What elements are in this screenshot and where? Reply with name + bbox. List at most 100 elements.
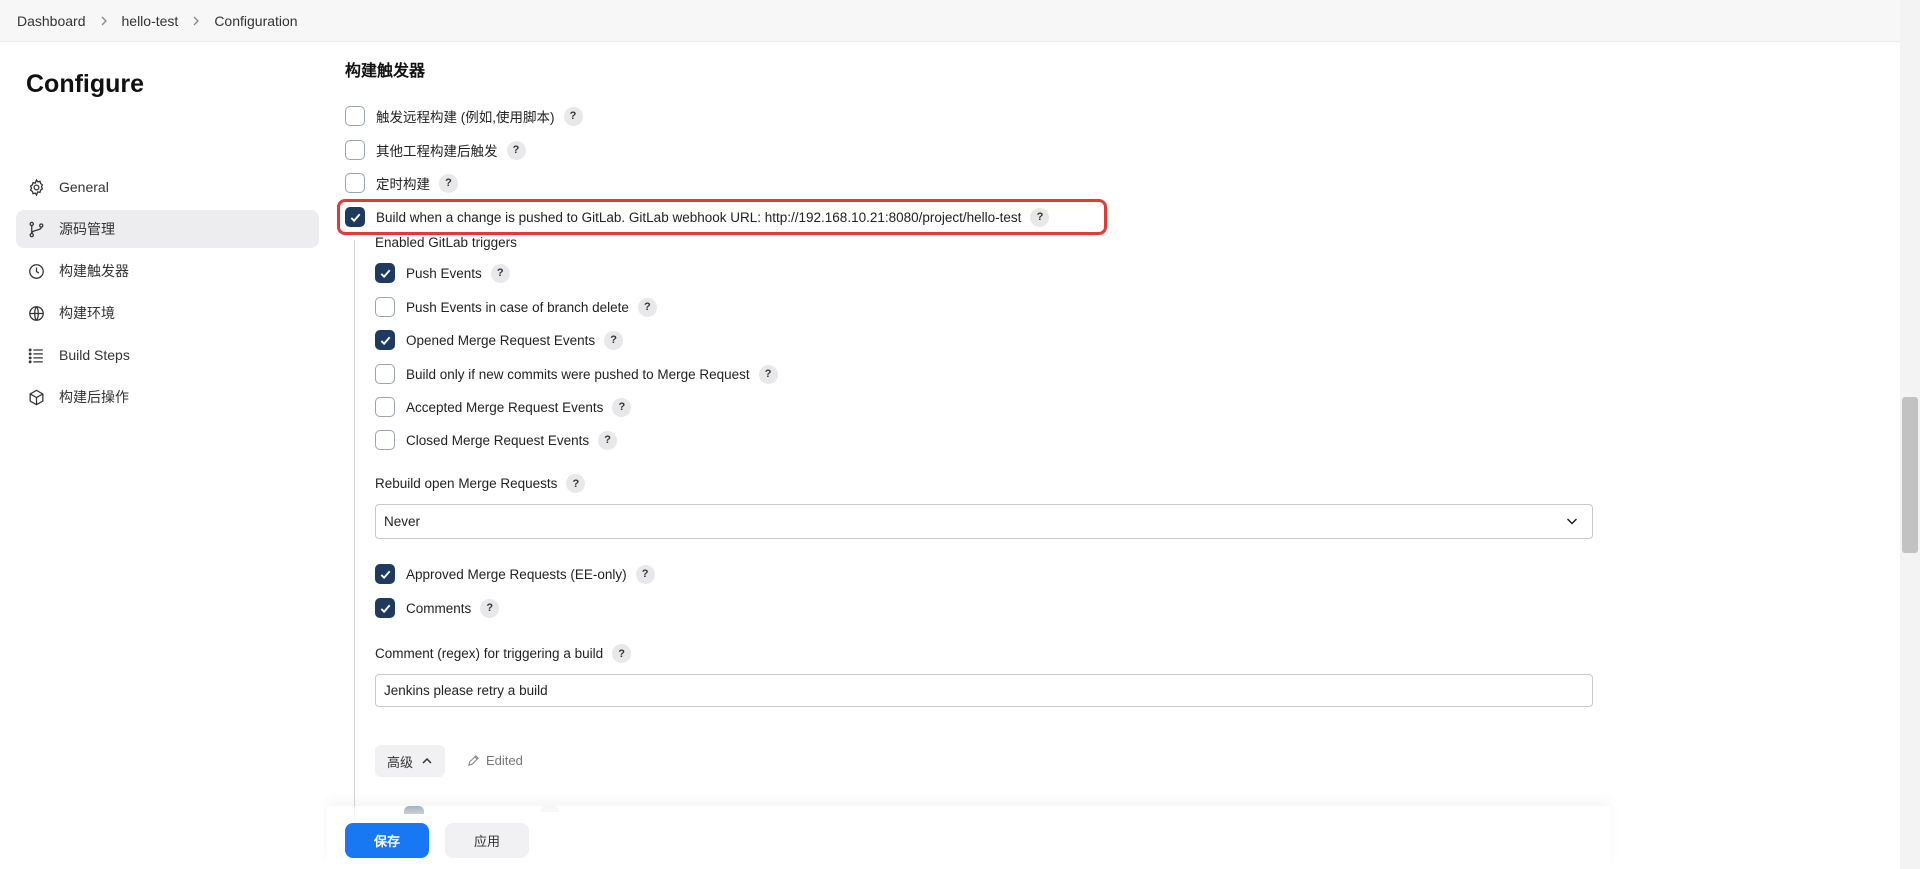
trigger-label: Closed Merge Request Events [406, 432, 590, 448]
checkbox-checked[interactable] [375, 263, 395, 283]
trigger-remote: 触发远程构建 (例如,使用脚本) ? [345, 105, 583, 127]
help-icon[interactable]: ? [1030, 207, 1050, 227]
gitlab-trigger-accepted-mr: Accepted Merge Request Events ? [375, 396, 632, 418]
help-icon[interactable]: ? [563, 106, 583, 126]
sidebar-item-general[interactable]: General [16, 168, 319, 206]
clock-icon [26, 261, 46, 281]
check-icon [380, 336, 390, 345]
trigger-label: Push Events in case of branch delete [406, 299, 629, 315]
trigger-label: 定时构建 [376, 177, 430, 192]
sidebar-item-label: 构建触发器 [59, 263, 129, 279]
edited-label: Edited [486, 753, 523, 768]
rebuild-label-row: Rebuild open Merge Requests ? [375, 474, 586, 493]
check-icon [380, 570, 390, 579]
help-icon[interactable]: ? [480, 598, 500, 618]
edited-indicator: Edited [467, 753, 523, 768]
trigger-label: Build only if new commits were pushed to… [406, 366, 750, 382]
help-icon[interactable]: ? [612, 644, 632, 663]
sidebar-item-build-environment[interactable]: 构建环境 [16, 294, 319, 332]
sidebar-item-build-steps[interactable]: Build Steps [16, 336, 319, 374]
cube-icon [26, 387, 46, 407]
sidebar-item-label: 源码管理 [59, 221, 115, 237]
scrollbar-thumb[interactable] [1902, 397, 1918, 553]
option-label: Comments [406, 600, 472, 616]
trigger-gitlab-push: Build when a change is pushed to GitLab.… [345, 206, 1050, 228]
gitlab-trigger-push: Push Events ? [375, 262, 510, 284]
sidebar-item-source-control[interactable]: 源码管理 [16, 210, 319, 248]
checkbox[interactable] [345, 106, 365, 126]
help-icon[interactable]: ? [490, 263, 510, 283]
section-title: 构建触发器 [345, 63, 426, 80]
sidebar-item-label: 构建环境 [59, 305, 115, 321]
sidebar-item-label: General [59, 179, 109, 195]
rebuild-label: Rebuild open Merge Requests [375, 476, 558, 491]
gear-icon [26, 177, 46, 197]
trigger-label: Opened Merge Request Events [406, 332, 596, 348]
sidebar-item-label: 构建后操作 [59, 389, 129, 405]
sidebar: Configure General 源码管理 构建触发器 构建环境 Build … [0, 42, 330, 869]
check-icon [380, 604, 390, 613]
checkbox[interactable] [375, 397, 395, 417]
sidebar-item-build-triggers[interactable]: 构建触发器 [16, 252, 319, 290]
advanced-button[interactable]: 高级 [375, 745, 445, 777]
checkbox-checked[interactable] [375, 330, 395, 350]
checkbox[interactable] [375, 297, 395, 317]
breadcrumb-dashboard[interactable]: Dashboard [17, 13, 86, 29]
trigger-periodic: 定时构建 ? [345, 172, 458, 194]
help-icon[interactable]: ? [439, 173, 458, 193]
help-icon[interactable]: ? [566, 474, 586, 493]
checkbox-checked[interactable] [375, 598, 395, 618]
save-button[interactable]: 保存 [345, 823, 429, 858]
trigger-after-other: 其他工程构建后触发 ? [345, 139, 526, 161]
gitlab-trigger-new-commits: Build only if new commits were pushed to… [375, 363, 778, 385]
comment-regex-label: Comment (regex) for triggering a build [375, 646, 604, 661]
globe-icon [26, 303, 46, 323]
advanced-label: 高级 [387, 754, 414, 770]
help-icon[interactable]: ? [637, 297, 657, 317]
trigger-label: 其他工程构建后触发 [376, 144, 498, 159]
gitlab-triggers-label: Enabled GitLab triggers [375, 235, 517, 250]
help-icon[interactable]: ? [758, 364, 778, 384]
option-comments: Comments ? [375, 597, 500, 619]
comment-regex-label-row: Comment (regex) for triggering a build ? [375, 644, 632, 663]
option-approved-mr: Approved Merge Requests (EE-only) ? [375, 563, 655, 585]
help-icon[interactable]: ? [604, 330, 624, 350]
trigger-label: Build when a change is pushed to GitLab.… [376, 209, 1022, 225]
checkbox-checked[interactable] [375, 564, 395, 584]
checkbox-checked[interactable] [345, 207, 365, 227]
trigger-label: Push Events [406, 265, 482, 281]
gitlab-trigger-closed-mr: Closed Merge Request Events ? [375, 429, 618, 451]
nested-divider [354, 240, 355, 869]
rebuild-select-value: Never [384, 514, 421, 529]
rebuild-select[interactable]: Never [375, 504, 1593, 539]
check-icon [350, 213, 360, 222]
check-icon [380, 269, 390, 278]
chevron-right-icon [192, 16, 200, 26]
chevron-up-icon [422, 757, 432, 764]
main-content: 构建触发器 触发远程构建 (例如,使用脚本) ? 其他工程构建后触发 ? 定时构… [337, 42, 1615, 869]
help-icon[interactable]: ? [612, 397, 632, 417]
breadcrumb-project[interactable]: hello-test [122, 13, 179, 29]
chevron-right-icon [100, 16, 108, 26]
checkbox[interactable] [345, 173, 365, 193]
checkbox[interactable] [375, 430, 395, 450]
comment-regex-input[interactable] [375, 674, 1593, 707]
gitlab-trigger-branch-delete: Push Events in case of branch delete ? [375, 296, 657, 318]
list-icon [26, 345, 46, 365]
trigger-label: 触发远程构建 (例如,使用脚本) [376, 110, 555, 125]
sidebar-item-post-build[interactable]: 构建后操作 [16, 378, 319, 416]
gitlab-trigger-opened-mr: Opened Merge Request Events ? [375, 329, 624, 351]
pencil-icon [468, 755, 479, 766]
chevron-down-icon [1566, 518, 1578, 525]
breadcrumb-bar: Dashboard hello-test Configuration [0, 0, 1900, 42]
apply-button[interactable]: 应用 [445, 823, 529, 858]
trigger-label: Accepted Merge Request Events [406, 399, 604, 415]
help-icon[interactable]: ? [635, 564, 655, 584]
checkbox[interactable] [375, 364, 395, 384]
help-icon[interactable]: ? [506, 140, 526, 160]
checkbox[interactable] [345, 140, 365, 160]
sidebar-item-label: Build Steps [59, 347, 130, 363]
help-icon[interactable]: ? [598, 430, 618, 450]
branch-icon [26, 219, 46, 239]
breadcrumb-configuration[interactable]: Configuration [214, 13, 297, 29]
